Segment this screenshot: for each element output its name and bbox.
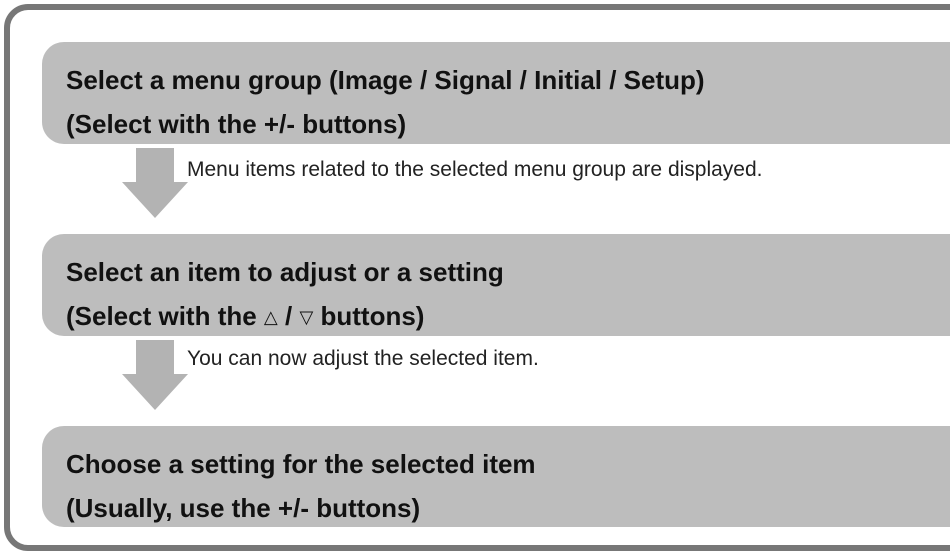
step-1-instruction: (Select with the +/- buttons) [66, 109, 407, 139]
step-3-instruction: (Usually, use the +/- buttons) [66, 493, 421, 523]
down-arrow-icon [122, 340, 188, 410]
step-2-instruction: (Select with the △ / ▽ buttons) [66, 294, 950, 341]
step-choose-setting: Choose a setting for the selected item (… [42, 426, 950, 527]
down-triangle-icon: ▽ [299, 307, 314, 327]
step-2-instruction-prefix: (Select with the [66, 301, 264, 331]
down-arrow-icon [122, 148, 188, 218]
step-select-item: Select an item to adjust or a setting (S… [42, 234, 950, 336]
up-triangle-icon: △ [263, 307, 278, 327]
step-2-instruction-suffix: buttons) [313, 301, 425, 331]
step-1-title: Select a menu group (Image / Signal / In… [66, 65, 705, 95]
step-2-title: Select an item to adjust or a setting [66, 257, 504, 287]
step-2-separator: / [277, 301, 300, 331]
note-menu-items-displayed: Menu items related to the selected menu … [187, 158, 763, 181]
step-3-title: Choose a setting for the selected item [66, 449, 536, 479]
note-adjust-selected-item: You can now adjust the selected item. [187, 347, 539, 370]
step-select-menu-group: Select a menu group (Image / Signal / In… [42, 42, 950, 144]
